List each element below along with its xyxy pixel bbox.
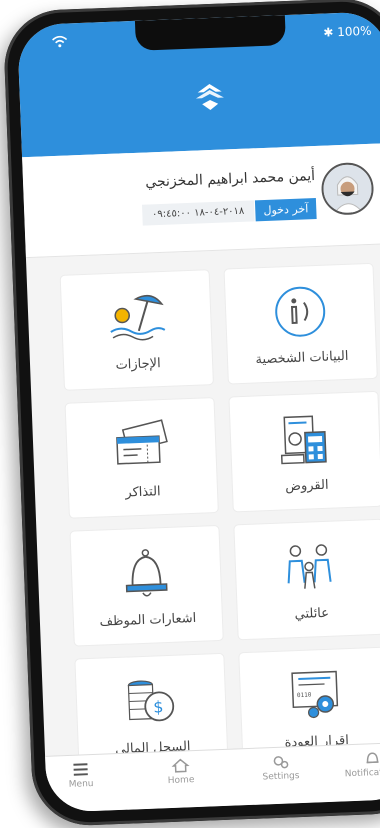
phone-frame: ✱ 100% أيمن محمد ابراهيم المخزنجي آخر دخ… [2, 0, 380, 828]
battery-level: 100% [336, 23, 372, 40]
home-icon [171, 758, 190, 773]
card-loans[interactable]: القروض [229, 391, 380, 512]
app-screen: ✱ 100% أيمن محمد ابراهيم المخزنجي آخر دخ… [17, 11, 380, 813]
last-login-label: آخر دخول [255, 198, 317, 222]
menu-icon [73, 763, 88, 776]
profile-panel: أيمن محمد ابراهيم المخزنجي آخر دخول ٢٠١٨… [22, 143, 380, 259]
nav-notifications[interactable]: Notifications 2 [337, 749, 380, 780]
nav-home[interactable]: Home [145, 756, 216, 787]
card-my-family[interactable]: عائلتي [234, 519, 380, 640]
employee-name: أيمن محمد ابراهيم المخزنجي [145, 168, 316, 191]
coins-dollar-icon: $ [127, 680, 175, 722]
nav-home-label: Home [167, 775, 195, 787]
svg-text:$: $ [153, 697, 164, 716]
nav-settings[interactable]: Settings [245, 752, 316, 783]
info-person-icon [275, 286, 326, 337]
bluetooth-icon: ✱ [323, 25, 334, 40]
app-logo-icon [195, 84, 224, 110]
card-label: البيانات الشخصية [255, 348, 349, 368]
card-label: الإجازات [115, 356, 161, 373]
notification-bell-icon [366, 752, 379, 764]
code-gears-icon: 0110 [291, 670, 339, 719]
card-vacations[interactable]: الإجازات [60, 270, 213, 390]
bell-icon [125, 549, 168, 597]
services-grid: البيانات الشخصية الإجازات القروض التذاكر… [51, 263, 380, 774]
phone-notch [134, 15, 286, 51]
nav-menu-label: Menu [68, 778, 94, 790]
family-icon [287, 544, 332, 589]
nav-menu[interactable]: Menu [45, 760, 116, 791]
svg-text:0110: 0110 [297, 692, 312, 700]
app-header: ✱ 100% [17, 11, 380, 158]
avatar[interactable] [320, 161, 375, 216]
card-tickets[interactable]: التذاكر [65, 398, 218, 518]
battery-status: ✱ 100% [323, 24, 372, 40]
card-employee-notifications[interactable]: اشعارات الموظف [70, 525, 223, 646]
card-label: القروض [284, 477, 329, 495]
nav-settings-label: Settings [262, 771, 300, 783]
calculator-documents-icon [280, 415, 327, 465]
card-label: اشعارات الموظف [99, 610, 197, 630]
card-personal-info[interactable]: البيانات الشخصية [224, 263, 377, 384]
wifi-icon [51, 35, 68, 51]
beach-umbrella-icon [110, 294, 166, 341]
last-login-value: ٢٠١٨-٠٤-١٨ ٠٩:٤٥:٠٠ [141, 200, 255, 226]
tickets-icon [116, 419, 168, 465]
card-label: التذاكر [125, 484, 161, 501]
nav-notifications-label: Notifications [344, 767, 380, 780]
card-label: عائلتي [294, 605, 330, 623]
settings-icon [273, 756, 289, 769]
